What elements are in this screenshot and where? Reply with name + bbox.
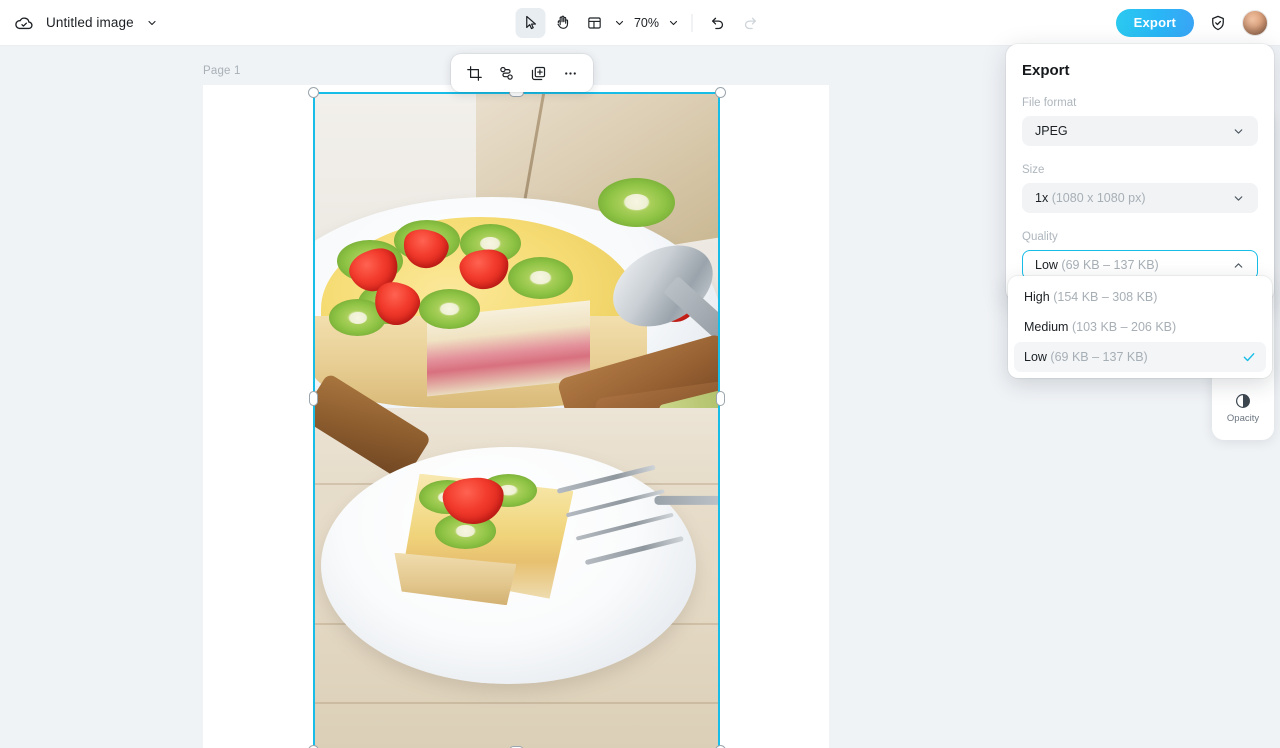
zoom-control[interactable]: 70%	[630, 15, 682, 31]
document-title[interactable]: Untitled image	[46, 15, 134, 30]
check-icon	[1242, 350, 1256, 364]
quality-option-range: (154 KB – 308 KB)	[1053, 290, 1158, 304]
redo-button[interactable]	[735, 8, 765, 38]
quality-option-low[interactable]: Low (69 KB – 137 KB)	[1014, 342, 1266, 372]
file-format-value: JPEG	[1035, 124, 1068, 138]
photo-kiwi-slice	[418, 289, 480, 329]
quality-option-medium[interactable]: Medium (103 KB – 206 KB)	[1014, 312, 1266, 342]
hand-tool-button[interactable]	[548, 8, 578, 38]
layout-chevron-down-icon[interactable]	[612, 15, 628, 31]
center-toolbar: 70%	[515, 7, 765, 38]
undo-button[interactable]	[703, 8, 733, 38]
image-context-toolbar	[451, 54, 593, 92]
more-icon[interactable]	[556, 59, 584, 87]
quality-option-name: High	[1024, 290, 1050, 304]
file-format-label: File format	[1022, 97, 1077, 109]
quality-dropdown: High (154 KB – 308 KB) Medium (103 KB – …	[1008, 276, 1272, 378]
photo-kiwi-slice	[508, 256, 574, 299]
size-value: 1x (1080 x 1080 px)	[1035, 191, 1146, 205]
opacity-icon	[1234, 392, 1252, 410]
quality-value-name: Low	[1035, 258, 1058, 272]
image-object[interactable]	[313, 92, 720, 748]
resize-handle-top-right[interactable]	[715, 87, 726, 98]
chevron-down-icon	[1231, 124, 1245, 138]
resize-handle-middle-right[interactable]	[716, 391, 725, 406]
quality-value-range: (69 KB – 137 KB)	[1061, 258, 1159, 272]
opacity-tool[interactable]: Opacity	[1212, 382, 1274, 434]
resize-handle-top-left[interactable]	[308, 87, 319, 98]
cloud-check-icon[interactable]	[12, 11, 36, 35]
export-panel: Export File format JPEG Size 1x (1080 x …	[1006, 44, 1274, 378]
quality-label: Quality	[1022, 231, 1058, 243]
top-bar: Untitled image 70% Export	[0, 0, 1280, 46]
document-info: Untitled image	[0, 11, 160, 35]
chevron-down-icon[interactable]	[144, 15, 160, 31]
chevron-up-icon	[1231, 258, 1245, 272]
photo-plank-seam	[313, 702, 720, 705]
size-select[interactable]: 1x (1080 x 1080 px)	[1022, 183, 1258, 213]
size-value-dimensions: (1080 x 1080 px)	[1051, 191, 1146, 205]
photo-kiwi-slice-whole	[597, 177, 676, 227]
crop-icon[interactable]	[460, 59, 488, 87]
size-value-multiplier: 1x	[1035, 191, 1049, 205]
page-1[interactable]	[203, 85, 829, 748]
quality-option-range: (69 KB – 137 KB)	[1050, 350, 1148, 364]
quality-option-range: (103 KB – 206 KB)	[1071, 320, 1177, 334]
layout-tool-button[interactable]	[580, 8, 628, 38]
toolbar-divider	[691, 13, 693, 32]
zoom-chevron-down-icon[interactable]	[666, 15, 682, 31]
duplicate-icon[interactable]	[524, 59, 552, 87]
zoom-level-value[interactable]: 70%	[630, 16, 664, 30]
page-label: Page 1	[203, 65, 241, 77]
quality-option-high[interactable]: High (154 KB – 308 KB)	[1014, 282, 1266, 312]
magic-edit-icon[interactable]	[492, 59, 520, 87]
quality-option-name: Low	[1024, 350, 1047, 364]
top-bar-actions: Export	[1115, 8, 1268, 37]
export-panel-title: Export	[1022, 62, 1070, 79]
size-label: Size	[1022, 164, 1045, 176]
select-tool-button[interactable]	[515, 7, 546, 38]
shield-check-icon[interactable]	[1206, 11, 1230, 35]
file-format-select[interactable]: JPEG	[1022, 116, 1258, 146]
export-button[interactable]: Export	[1115, 8, 1194, 37]
quality-option-name: Medium	[1024, 320, 1069, 334]
chevron-down-icon	[1231, 191, 1245, 205]
quality-value: Low (69 KB – 137 KB)	[1035, 258, 1159, 272]
layout-icon[interactable]	[580, 8, 610, 38]
avatar[interactable]	[1242, 9, 1268, 36]
opacity-label: Opacity	[1226, 413, 1260, 424]
resize-handle-middle-left[interactable]	[309, 391, 318, 406]
